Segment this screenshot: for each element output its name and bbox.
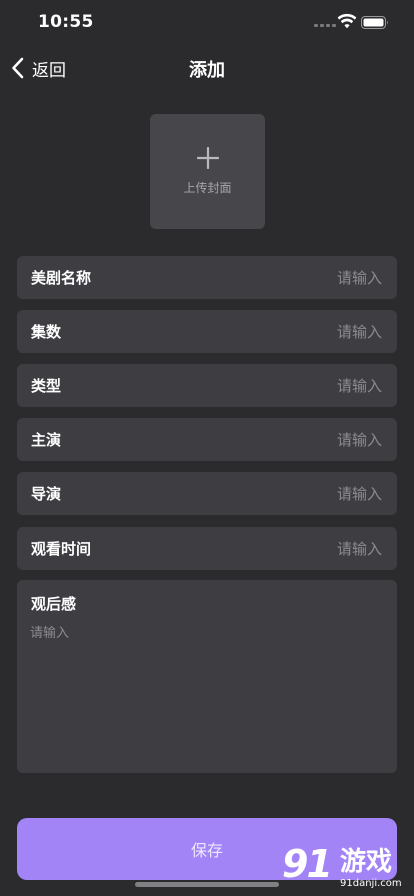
home-indicator (135, 882, 279, 887)
episodes-input[interactable] (202, 322, 382, 341)
field-label-director: 导演 (31, 485, 62, 503)
page-title: 添加 (189, 60, 225, 81)
form-row-episodes[interactable]: 集数 (17, 310, 397, 353)
wifi-icon (337, 13, 357, 29)
director-input[interactable] (202, 484, 382, 503)
battery-icon (361, 16, 388, 29)
watermark: 91 游戏 91danji.com (282, 842, 414, 896)
form-row-cast[interactable]: 主演 (17, 418, 397, 461)
upload-cover-label: 上传封面 (183, 181, 232, 195)
cellular-signal-icon (314, 24, 336, 27)
form-row-show-name[interactable]: 美剧名称 (17, 256, 397, 299)
add-show-screen: 10:55 返回 添加 上传封面 美剧名称 请输入 集数 请输入 类型 请输入 … (0, 0, 414, 896)
nav-bar: 返回 添加 (0, 46, 414, 90)
cast-input[interactable] (202, 430, 382, 449)
plus-icon (196, 147, 219, 169)
genre-input[interactable] (202, 376, 382, 395)
watch-time-input[interactable] (202, 539, 382, 558)
review-textarea[interactable] (30, 622, 382, 752)
review-box[interactable]: 观后感 (17, 580, 397, 773)
field-label-episodes: 集数 (31, 323, 62, 341)
status-bar: 10:55 (0, 0, 414, 46)
form-row-watch-time[interactable]: 观看时间 (17, 527, 397, 570)
field-label-cast: 主演 (31, 431, 62, 449)
show-name-input[interactable] (202, 268, 382, 287)
watermark-text: 游戏 (340, 847, 393, 877)
field-label-review: 观后感 (31, 595, 77, 613)
upload-cover-button[interactable]: 上传封面 (150, 114, 265, 229)
field-label-show-name: 美剧名称 (31, 269, 92, 287)
field-label-genre: 类型 (31, 377, 62, 395)
status-time: 10:55 (38, 12, 94, 32)
watermark-logo: 91 (282, 842, 333, 886)
form-row-director[interactable]: 导演 (17, 472, 397, 515)
watermark-url: 91danji.com (340, 878, 402, 889)
form-row-genre[interactable]: 类型 (17, 364, 397, 407)
field-label-watch-time: 观看时间 (31, 540, 92, 558)
